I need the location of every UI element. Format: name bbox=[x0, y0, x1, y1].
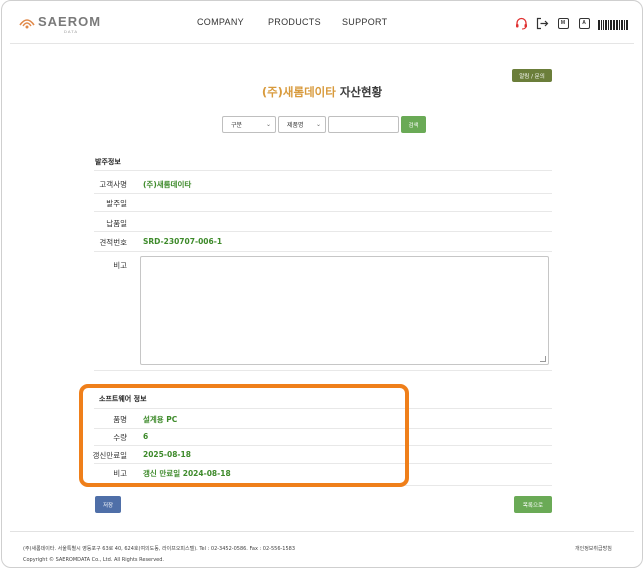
keyword-input[interactable] bbox=[328, 116, 399, 133]
notice-button[interactable]: 알림 / 문의 bbox=[512, 69, 552, 82]
app-window: SAEROM DATA COMPANY PRODUCTS SUPPORT M A bbox=[1, 0, 643, 568]
customer-value: (주)새롬데이타 bbox=[143, 180, 192, 189]
category-select[interactable]: 구분 ⌄ bbox=[222, 116, 276, 133]
chevron-down-icon: ⌄ bbox=[315, 121, 321, 128]
section-divider bbox=[94, 170, 552, 171]
page-title-suffix: 자산현황 bbox=[335, 85, 383, 99]
m-box-letter: M bbox=[557, 17, 569, 29]
a-box-letter: A bbox=[578, 17, 590, 29]
a-box-icon[interactable]: A bbox=[577, 16, 591, 30]
privacy-policy-link[interactable]: 개인정보취급방침 bbox=[575, 545, 612, 552]
row-divider bbox=[94, 231, 552, 232]
header-icons: M A bbox=[514, 16, 629, 30]
nav-company[interactable]: COMPANY bbox=[197, 17, 244, 27]
memo-label: 비고 bbox=[113, 261, 127, 270]
footer-divider bbox=[10, 531, 634, 532]
software-info-highlight bbox=[79, 384, 409, 487]
delivery-date-label: 납품일 bbox=[106, 219, 127, 228]
memo-textarea[interactable] bbox=[140, 256, 549, 365]
logo-text: SAEROM bbox=[38, 14, 102, 29]
page-title: (주)새롬데이타 자산현황 bbox=[2, 84, 642, 100]
save-button[interactable]: 저장 bbox=[95, 496, 121, 513]
resize-handle-icon[interactable] bbox=[540, 356, 546, 362]
barcode-icon[interactable] bbox=[598, 17, 629, 30]
category-select-value: 구분 bbox=[231, 122, 243, 129]
product-select-value: 제품명 bbox=[287, 122, 304, 129]
back-to-list-button[interactable]: 목록으로 bbox=[514, 496, 552, 513]
m-box-icon[interactable]: M bbox=[556, 16, 570, 30]
product-select[interactable]: 제품명 ⌄ bbox=[278, 116, 326, 133]
row-divider bbox=[94, 251, 552, 252]
footer-copyright: Copyright © SAEROMDATA Co., Ltd. All Rig… bbox=[23, 557, 164, 563]
row-divider bbox=[94, 193, 552, 194]
search-button[interactable]: 검색 bbox=[401, 116, 426, 133]
logout-icon[interactable] bbox=[535, 16, 549, 30]
footer-address: (주)새롬데이타. 서울특별시 영등포구 63로 40, 624호(여의도동, … bbox=[23, 546, 296, 552]
order-info-title: 발주정보 bbox=[95, 158, 121, 166]
logo[interactable]: SAEROM bbox=[19, 15, 101, 29]
logo-subtext: DATA bbox=[64, 29, 79, 34]
row-divider bbox=[94, 370, 552, 371]
order-date-label: 발주일 bbox=[106, 199, 127, 208]
nav-products[interactable]: PRODUCTS bbox=[268, 17, 321, 27]
header-divider bbox=[10, 43, 634, 44]
chevron-down-icon: ⌄ bbox=[265, 121, 271, 128]
quote-number-value: SRD-230707-006-1 bbox=[143, 237, 223, 246]
headset-icon[interactable] bbox=[514, 16, 528, 30]
logo-mark-icon bbox=[19, 15, 35, 29]
row-divider bbox=[94, 211, 552, 212]
quote-number-label: 견적번호 bbox=[99, 238, 127, 247]
page-title-company: (주)새롬데이타 bbox=[261, 85, 336, 99]
customer-label: 고객사명 bbox=[99, 180, 127, 189]
nav-support[interactable]: SUPPORT bbox=[342, 17, 387, 27]
